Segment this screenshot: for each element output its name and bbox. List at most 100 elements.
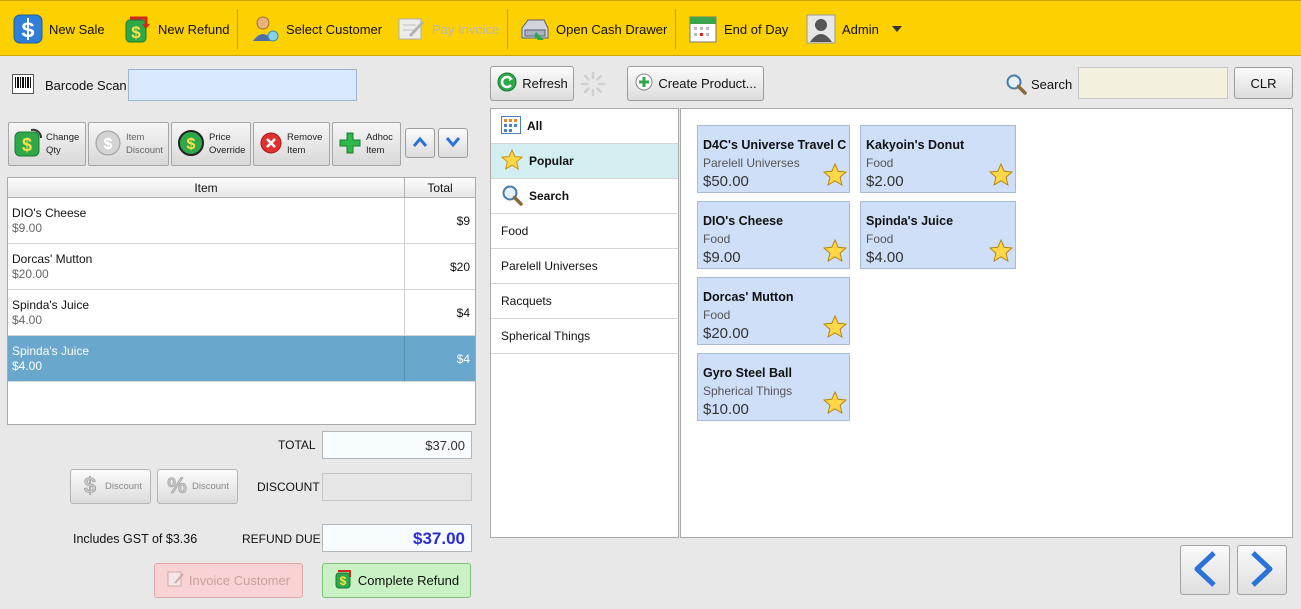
refund-icon: $ <box>122 14 152 44</box>
remove-item-button[interactable]: Remove Item <box>253 122 330 166</box>
chevron-up-icon <box>412 136 428 151</box>
category-item-racquets[interactable]: Racquets <box>491 284 678 319</box>
product-category: Food <box>866 232 894 246</box>
favorite-star-icon[interactable] <box>822 390 848 417</box>
svg-text:$: $ <box>187 136 196 153</box>
new-sale-button[interactable]: S New Sale <box>13 11 105 47</box>
product-tile[interactable]: Gyro Steel Ball Spherical Things $10.00 <box>697 353 850 421</box>
product-name: Dorcas' Mutton <box>703 290 794 304</box>
product-category: Food <box>703 308 731 322</box>
product-name: Spinda's Juice <box>866 214 954 228</box>
price-override-button[interactable]: $ Price Override <box>171 122 251 166</box>
column-header-total[interactable]: Total <box>405 178 475 197</box>
chevron-down-icon <box>891 22 903 37</box>
product-category: Food <box>866 156 894 170</box>
category-item-food[interactable]: Food <box>491 214 678 249</box>
next-page-button[interactable] <box>1237 545 1287 595</box>
product-price: $9.00 <box>703 249 741 266</box>
product-name: DIO's Cheese <box>703 214 784 228</box>
grid-icon <box>501 115 521 137</box>
adhoc-item-label: Adhoc Item <box>366 132 393 156</box>
toolbar-divider <box>237 9 238 49</box>
pay-invoice-button[interactable]: Pay Invoice <box>396 11 499 47</box>
product-tile[interactable]: DIO's Cheese Food $9.00 <box>697 201 850 269</box>
open-cash-drawer-label: Open Cash Drawer <box>556 21 668 37</box>
category-item-spherical-things[interactable]: Spherical Things <box>491 319 678 354</box>
favorite-star-icon[interactable] <box>988 238 1014 265</box>
favorite-star-icon[interactable] <box>822 162 848 189</box>
product-tile[interactable]: Dorcas' Mutton Food $20.00 <box>697 277 850 345</box>
change-qty-button[interactable]: $ Change Qty <box>8 122 86 166</box>
admin-menu-button[interactable]: Admin <box>806 11 903 47</box>
table-row[interactable]: DIO's Cheese $9.00 $9 <box>8 198 475 244</box>
favorite-star-icon[interactable] <box>822 314 848 341</box>
new-refund-button[interactable]: $ New Refund <box>122 11 230 47</box>
product-name: Gyro Steel Ball <box>703 366 792 380</box>
total-label: TOTAL <box>278 438 316 452</box>
favorite-star-icon[interactable] <box>988 162 1014 189</box>
category-list: All Popular Search Food Parelell Univers… <box>490 108 679 538</box>
item-discount-button[interactable]: $ Item Discount <box>88 122 169 166</box>
product-search-label: Search <box>1031 77 1073 92</box>
favorite-star-icon[interactable] <box>822 238 848 265</box>
discount-value <box>322 473 472 501</box>
product-price: $4.00 <box>866 249 904 266</box>
table-row[interactable]: Dorcas' Mutton $20.00 $20 <box>8 244 475 290</box>
select-customer-button[interactable]: Select Customer <box>250 11 382 47</box>
cart-item-name: Spinda's Juice <box>12 298 90 312</box>
product-name: Kakyoin's Donut <box>866 138 965 152</box>
product-category: Food <box>703 232 731 246</box>
cart-item-total: $4 <box>456 352 470 366</box>
column-header-item[interactable]: Item <box>8 178 405 197</box>
new-refund-label: New Refund <box>158 21 230 37</box>
category-item-parelell-universes[interactable]: Parelell Universes <box>491 249 678 284</box>
clear-search-button[interactable]: CLR <box>1234 67 1293 99</box>
refresh-label: Refresh <box>522 76 568 91</box>
cart-table-header: Item Total <box>8 178 475 198</box>
table-row-selected[interactable]: Spinda's Juice $4.00 $4 <box>8 336 475 382</box>
cart-item-name: Spinda's Juice <box>12 344 90 358</box>
product-tile[interactable]: Kakyoin's Donut Food $2.00 <box>860 125 1016 193</box>
create-product-button[interactable]: Create Product... <box>627 66 764 101</box>
dollar-discount-icon: $ <box>79 472 101 501</box>
cart-table: Item Total DIO's Cheese $9.00 $9 Dorcas'… <box>7 177 476 425</box>
product-tile[interactable]: Spinda's Juice Food $4.00 <box>860 201 1016 269</box>
move-up-button[interactable] <box>405 128 435 158</box>
product-search-input[interactable] <box>1078 67 1228 99</box>
chevron-right-icon <box>1247 550 1277 591</box>
chevron-down-icon <box>445 136 461 151</box>
item-discount-label: Item Discount <box>126 132 163 156</box>
category-label: Popular <box>529 154 574 168</box>
discount-amount-button[interactable]: $ Discount <box>70 469 151 504</box>
category-item-all[interactable]: All <box>491 109 678 144</box>
product-tile[interactable]: D4C's Universe Travel C Parelell Univers… <box>697 125 850 193</box>
adhoc-item-button[interactable]: Adhoc Item <box>332 122 401 166</box>
refresh-button[interactable]: Refresh <box>490 66 574 101</box>
complete-refund-button[interactable]: $ Complete Refund <box>322 563 471 598</box>
invoice-icon <box>167 570 185 591</box>
invoice-customer-label: Invoice Customer <box>188 573 291 588</box>
cart-item-name: DIO's Cheese <box>12 206 87 220</box>
category-item-popular[interactable]: Popular <box>491 144 678 179</box>
category-item-search[interactable]: Search <box>491 179 678 214</box>
cart-item-price: $9.00 <box>12 221 43 235</box>
svg-text:$: $ <box>84 473 96 498</box>
end-of-day-button[interactable]: End of Day <box>688 11 788 47</box>
search-icon <box>501 184 523 209</box>
barcode-icon <box>12 74 34 97</box>
cash-drawer-icon <box>520 14 550 44</box>
item-discount-icon: $ <box>93 128 123 161</box>
previous-page-button[interactable] <box>1180 545 1230 595</box>
invoice-customer-button[interactable]: Invoice Customer <box>154 563 303 598</box>
open-cash-drawer-button[interactable]: Open Cash Drawer <box>520 11 667 47</box>
product-price: $20.00 <box>703 325 749 342</box>
barcode-scan-input[interactable] <box>128 69 357 101</box>
table-row[interactable]: Spinda's Juice $4.00 $4 <box>8 290 475 336</box>
move-down-button[interactable] <box>438 128 468 158</box>
admin-user-icon <box>806 14 836 44</box>
chevron-left-icon <box>1190 550 1220 591</box>
cart-item-name: Dorcas' Mutton <box>12 252 93 266</box>
add-icon <box>337 130 363 159</box>
discount-percent-button[interactable]: % Discount <box>157 469 238 504</box>
column-divider <box>404 244 405 289</box>
